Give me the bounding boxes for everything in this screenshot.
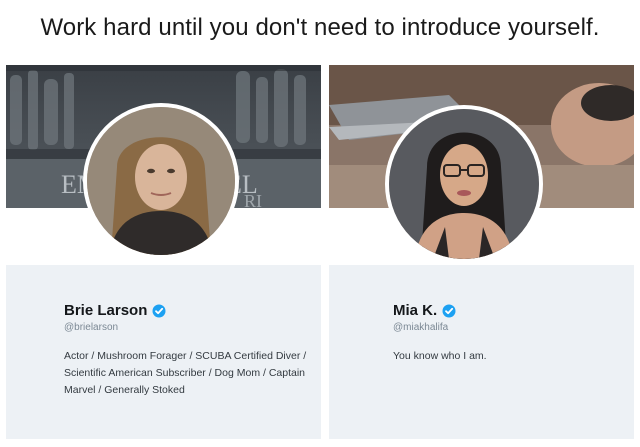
svg-text:RI: RI — [244, 191, 262, 208]
avatar-portrait-right — [389, 109, 539, 259]
profile-name[interactable]: Mia K. — [393, 302, 437, 319]
meme-image: Work hard until you don't need to introd… — [0, 0, 640, 447]
profile-name-row-right: Mia K. — [393, 302, 456, 319]
profile-bio: You know who I am. — [393, 350, 487, 362]
profile-name[interactable]: Brie Larson — [64, 302, 147, 319]
profile-card-right: Mia K. @miakhalifa You know who I am. — [329, 65, 634, 439]
meme-caption: Work hard until you don't need to introd… — [40, 14, 600, 41]
profile-handle[interactable]: @brielarson — [64, 322, 118, 333]
profile-name-row-left: Brie Larson — [64, 302, 166, 319]
profile-bio: Actor / Mushroom Forager / SCUBA Certifi… — [64, 350, 307, 396]
profile-handle[interactable]: @miakhalifa — [393, 322, 448, 333]
verified-badge-icon — [442, 304, 456, 318]
avatar-left[interactable] — [83, 103, 239, 259]
avatar-portrait-left — [87, 107, 235, 255]
avatar-right[interactable] — [385, 105, 543, 263]
verified-badge-icon — [152, 304, 166, 318]
profile-card-left: EM EL RI Brie Larson @brielarson Actor /… — [6, 65, 321, 439]
